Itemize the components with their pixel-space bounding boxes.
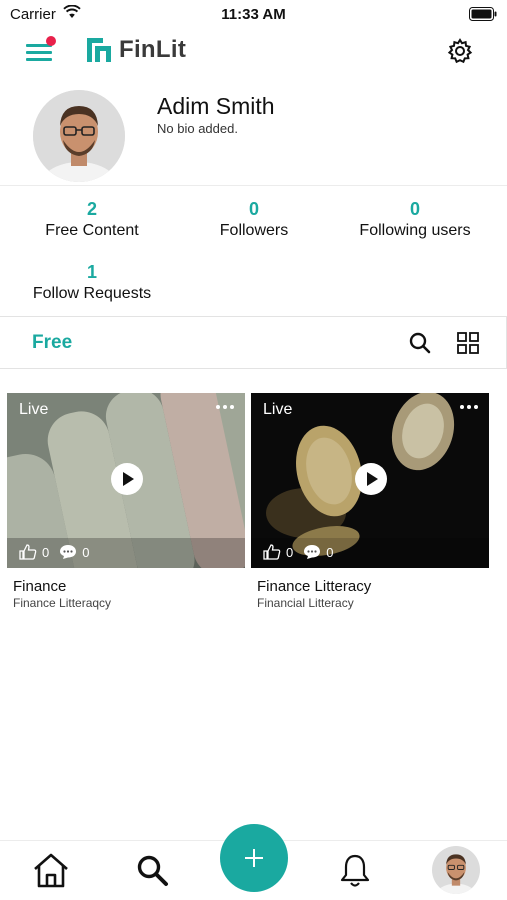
stat-label: Following users xyxy=(359,222,471,239)
status-bar: Carrier 11:33 AM xyxy=(0,0,507,28)
app-header: FinLit xyxy=(0,28,507,74)
battery-icon xyxy=(469,7,497,21)
stat-value: 0 xyxy=(409,199,420,219)
grid-icon[interactable] xyxy=(456,331,480,355)
app-logo: FinLit xyxy=(85,36,186,64)
home-icon[interactable] xyxy=(32,851,70,889)
stat-free-content[interactable]: 2 Free Content xyxy=(7,198,177,242)
stat-label: Follow Requests xyxy=(32,285,152,302)
add-content-button[interactable] xyxy=(220,824,288,892)
like-icon[interactable] xyxy=(19,544,37,560)
hamburger-bar xyxy=(26,58,52,61)
menu-button[interactable] xyxy=(24,36,56,64)
comment-count: 0 xyxy=(326,544,334,560)
divider xyxy=(0,185,507,186)
stat-following-users[interactable]: 0 Following users xyxy=(330,198,500,242)
more-options-icon[interactable] xyxy=(459,401,479,413)
like-count: 0 xyxy=(42,544,50,560)
content-card[interactable]: Live 0 0 Finance Finance Litteraqcy xyxy=(7,393,245,610)
play-icon xyxy=(367,472,378,486)
finlit-logo-icon xyxy=(87,38,111,62)
notification-dot xyxy=(46,36,56,46)
stat-label: Followers xyxy=(219,222,289,239)
hamburger-bar xyxy=(26,51,52,54)
stat-follow-requests[interactable]: 1 Follow Requests xyxy=(7,261,177,305)
content-thumbnail[interactable]: Live 0 0 xyxy=(251,393,489,568)
card-stats: 0 0 xyxy=(19,544,99,560)
profile-tab-avatar[interactable] xyxy=(432,846,480,894)
stat-value: 0 xyxy=(248,199,259,219)
live-badge: Live xyxy=(19,401,49,418)
bell-icon[interactable] xyxy=(339,853,371,889)
profile-name: Adim Smith xyxy=(157,93,275,119)
live-badge: Live xyxy=(263,401,293,418)
search-icon[interactable] xyxy=(408,331,432,355)
profile-avatar[interactable] xyxy=(33,90,125,182)
play-button[interactable] xyxy=(111,463,143,495)
content-filter-bar: Free xyxy=(0,316,507,369)
add-icon-stroke xyxy=(253,849,255,867)
comment-count: 0 xyxy=(82,544,90,560)
like-icon[interactable] xyxy=(263,544,281,560)
stat-value: 1 xyxy=(86,262,97,282)
tab-free[interactable]: Free xyxy=(32,332,72,354)
card-stats: 0 0 xyxy=(263,544,343,560)
profile-bio: No bio added. xyxy=(157,121,238,136)
play-icon xyxy=(123,472,134,486)
more-options-icon[interactable] xyxy=(215,401,235,413)
content-subtitle: Financial Litteracy xyxy=(257,596,354,610)
comment-icon[interactable] xyxy=(303,544,321,560)
search-icon[interactable] xyxy=(136,854,170,888)
like-count: 0 xyxy=(286,544,294,560)
content-title: Finance xyxy=(13,578,67,595)
status-time: 11:33 AM xyxy=(221,6,286,23)
stat-value: 2 xyxy=(86,199,97,219)
content-thumbnail[interactable]: Live 0 0 xyxy=(7,393,245,568)
content-title: Finance Litteracy xyxy=(257,578,372,595)
stat-label: Free Content xyxy=(45,222,139,239)
app-name: FinLit xyxy=(119,36,187,63)
stat-followers[interactable]: 0 Followers xyxy=(169,198,339,242)
play-button[interactable] xyxy=(355,463,387,495)
content-subtitle: Finance Litteraqcy xyxy=(13,596,112,610)
content-card[interactable]: Live 0 0 Finance Litteracy Financial Lit… xyxy=(251,393,489,610)
gear-icon[interactable] xyxy=(446,37,474,65)
comment-icon[interactable] xyxy=(59,544,77,560)
